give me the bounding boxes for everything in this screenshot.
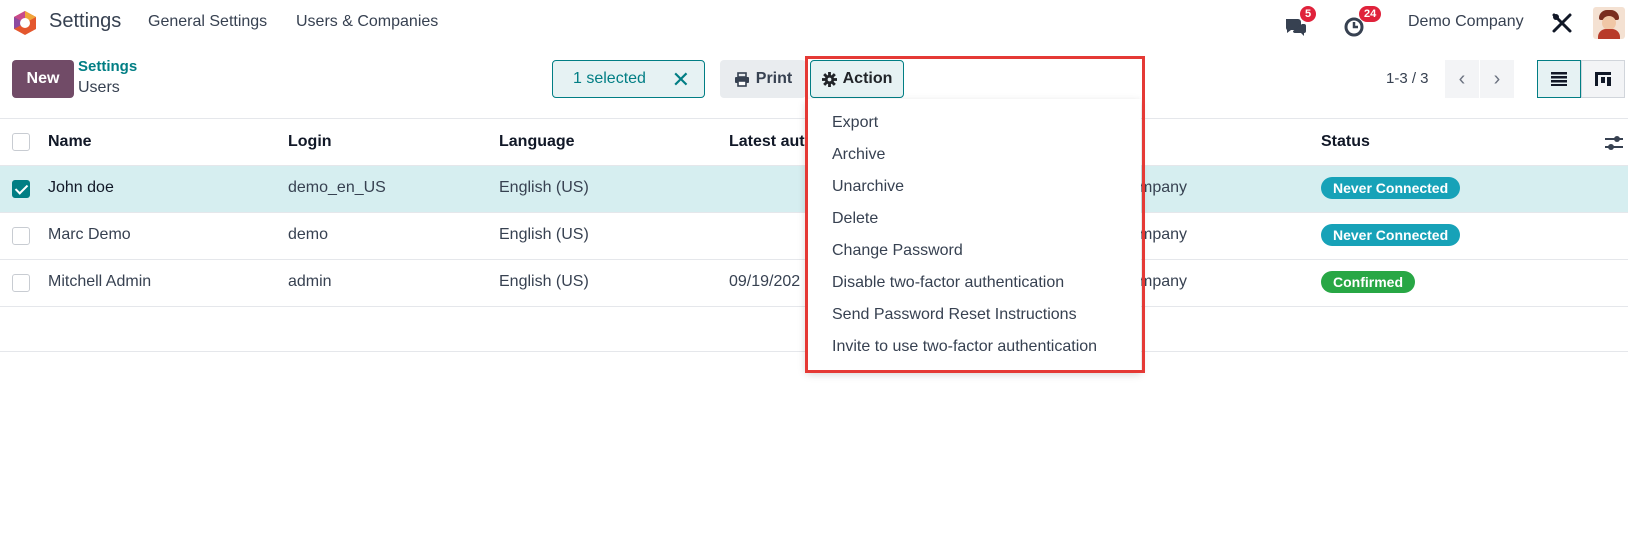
column-status[interactable]: Status [1321, 133, 1370, 151]
action-label: Action [842, 70, 893, 87]
status-badge: Never Connected [1321, 177, 1461, 199]
row-checkbox[interactable] [12, 180, 30, 198]
messages-badge: 5 [1300, 6, 1317, 22]
cell-name: John doe [48, 179, 114, 196]
action-button[interactable]: Action [810, 60, 904, 98]
selected-count: 1 selected [573, 70, 646, 87]
print-button[interactable]: Print [720, 60, 806, 98]
menu-item-invite-2fa[interactable]: Invite to use two-factor authentication [832, 338, 1097, 356]
app-title[interactable]: Settings [49, 10, 121, 33]
company-switcher[interactable]: Demo Company [1408, 13, 1524, 31]
activities-badge: 24 [1359, 6, 1382, 22]
kanban-view-button[interactable] [1581, 60, 1625, 98]
breadcrumb-current: Users [78, 79, 120, 96]
cell-login: demo [288, 226, 329, 243]
status-badge: Never Connected [1321, 224, 1461, 246]
selection-indicator: 1 selected ✕ [552, 60, 705, 98]
action-dropdown-menu: Export Archive Unarchive Delete Change P… [806, 99, 1141, 371]
column-name[interactable]: Name [48, 133, 92, 151]
gear-icon [821, 71, 837, 87]
print-label: Print [755, 70, 793, 87]
status-badge: Confirmed [1321, 271, 1415, 293]
chevron-right-icon: › [1493, 67, 1501, 90]
column-language[interactable]: Language [499, 133, 575, 151]
menu-users-companies[interactable]: Users & Companies [296, 13, 438, 31]
menu-item-delete[interactable]: Delete [832, 210, 878, 228]
menu-item-archive[interactable]: Archive [832, 146, 885, 164]
breadcrumb-settings[interactable]: Settings [78, 58, 137, 75]
optional-columns-icon[interactable] [1605, 135, 1623, 151]
column-latest-authentication[interactable]: Latest aut [729, 133, 805, 151]
row-checkbox[interactable] [12, 227, 30, 245]
cell-login: admin [288, 273, 332, 290]
menu-item-disable-2fa[interactable]: Disable two-factor authentication [832, 274, 1064, 292]
activities-button[interactable]: 24 [1343, 6, 1383, 38]
pager-previous-button[interactable]: ‹ [1445, 60, 1479, 98]
cell-company: mpany [1139, 179, 1188, 196]
column-login[interactable]: Login [288, 133, 332, 151]
cell-language: English (US) [499, 273, 589, 290]
row-checkbox[interactable] [12, 274, 30, 292]
cell-latest-authentication: 09/19/202 [729, 273, 801, 290]
cell-name: Marc Demo [48, 226, 131, 243]
menu-item-export[interactable]: Export [832, 114, 878, 132]
menu-item-change-password[interactable]: Change Password [832, 242, 963, 260]
debug-tools-icon[interactable] [1551, 12, 1573, 34]
list-view-button[interactable] [1537, 60, 1581, 98]
cell-language: English (US) [499, 226, 589, 243]
cell-name: Mitchell Admin [48, 273, 152, 290]
cell-company: mpany [1139, 273, 1188, 290]
chevron-left-icon: ‹ [1458, 67, 1466, 90]
select-all-checkbox[interactable] [12, 133, 30, 151]
menu-item-send-password-reset[interactable]: Send Password Reset Instructions [832, 306, 1077, 324]
messages-button[interactable]: 5 [1283, 6, 1317, 38]
pager-value[interactable]: 1-3 / 3 [1386, 70, 1429, 87]
user-avatar[interactable] [1593, 7, 1625, 39]
unselect-icon[interactable]: ✕ [672, 67, 690, 93]
odoo-app-logo-icon[interactable] [12, 10, 38, 36]
kanban-icon [1595, 72, 1611, 86]
cell-login: demo_en_US [288, 179, 386, 196]
cell-language: English (US) [499, 179, 589, 196]
cell-company: mpany [1139, 226, 1188, 243]
top-navbar: Settings General Settings Users & Compan… [0, 0, 1628, 46]
new-button[interactable]: New [12, 60, 74, 98]
pager-next-button[interactable]: › [1480, 60, 1514, 98]
menu-item-unarchive[interactable]: Unarchive [832, 178, 904, 196]
menu-general-settings[interactable]: General Settings [148, 13, 267, 31]
printer-icon [734, 71, 749, 87]
list-icon [1551, 72, 1567, 86]
